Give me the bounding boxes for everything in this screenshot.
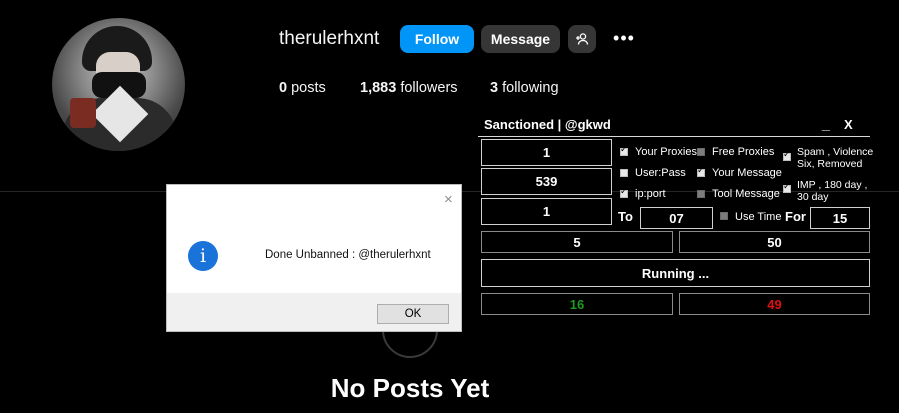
message-button[interactable]: Message <box>481 25 560 53</box>
tool-title-divider <box>478 136 870 137</box>
user-pass-checkbox[interactable] <box>620 169 628 177</box>
more-options-icon[interactable]: ••• <box>612 28 636 48</box>
to-label: To <box>618 209 633 224</box>
dialog-close-icon[interactable]: × <box>444 191 453 208</box>
ok-button[interactable]: OK <box>377 304 449 324</box>
suggest-user-button[interactable] <box>568 25 596 53</box>
tool-message-checkbox[interactable] <box>697 190 705 198</box>
success-count: 16 <box>481 293 673 315</box>
profile-avatar[interactable] <box>52 18 185 151</box>
for-label: For <box>785 209 806 224</box>
add-user-icon <box>576 33 589 45</box>
spam-violence-checkbox[interactable] <box>783 149 791 161</box>
your-proxies-checkbox[interactable] <box>620 144 628 156</box>
tool-minimize-button[interactable]: _ <box>822 116 830 132</box>
your-message-checkbox[interactable] <box>697 165 705 177</box>
ip-port-checkbox[interactable] <box>620 186 628 198</box>
follow-button[interactable]: Follow <box>400 25 474 53</box>
field-b[interactable]: 539 <box>481 168 612 195</box>
message-dialog: × i Done Unbanned : @therulerhxnt OK <box>166 184 462 332</box>
imp-label: IMP , 180 day , 30 day <box>797 179 868 203</box>
use-time-label: Use Time <box>735 211 782 223</box>
running-button[interactable]: Running ... <box>481 259 870 287</box>
tool-message-label: Tool Message <box>712 188 780 200</box>
use-time-checkbox[interactable] <box>720 212 728 220</box>
imp-checkbox[interactable] <box>783 181 791 193</box>
to-value-field[interactable]: 07 <box>640 207 713 229</box>
your-message-label: Your Message <box>712 167 782 179</box>
free-proxies-label: Free Proxies <box>712 146 775 158</box>
user-pass-label: User:Pass <box>635 167 686 179</box>
count-right: 50 <box>679 231 870 253</box>
empty-state-title: No Posts Yet <box>330 373 490 403</box>
profile-username: therulerhxnt <box>279 28 380 49</box>
dialog-footer: OK <box>167 293 461 331</box>
spam-violence-label: Spam , Violence Six, Removed <box>797 146 874 170</box>
fail-count: 49 <box>679 293 870 315</box>
posts-stat: 0 posts <box>279 80 326 96</box>
free-proxies-checkbox[interactable] <box>697 148 705 156</box>
tool-close-button[interactable]: X <box>844 117 853 132</box>
for-value-field[interactable]: 15 <box>810 207 870 229</box>
ip-port-label: ip:port <box>635 188 666 200</box>
dialog-message: Done Unbanned : @therulerhxnt <box>265 249 431 261</box>
your-proxies-label: Your Proxies <box>635 146 697 158</box>
count-left: 5 <box>481 231 673 253</box>
field-c[interactable]: 1 <box>481 198 612 225</box>
tool-title: Sanctioned | @gkwd <box>484 117 611 132</box>
info-icon: i <box>188 241 218 271</box>
followers-stat[interactable]: 1,883 followers <box>360 80 458 96</box>
field-a[interactable]: 1 <box>481 139 612 166</box>
following-stat[interactable]: 3 following <box>490 80 559 96</box>
